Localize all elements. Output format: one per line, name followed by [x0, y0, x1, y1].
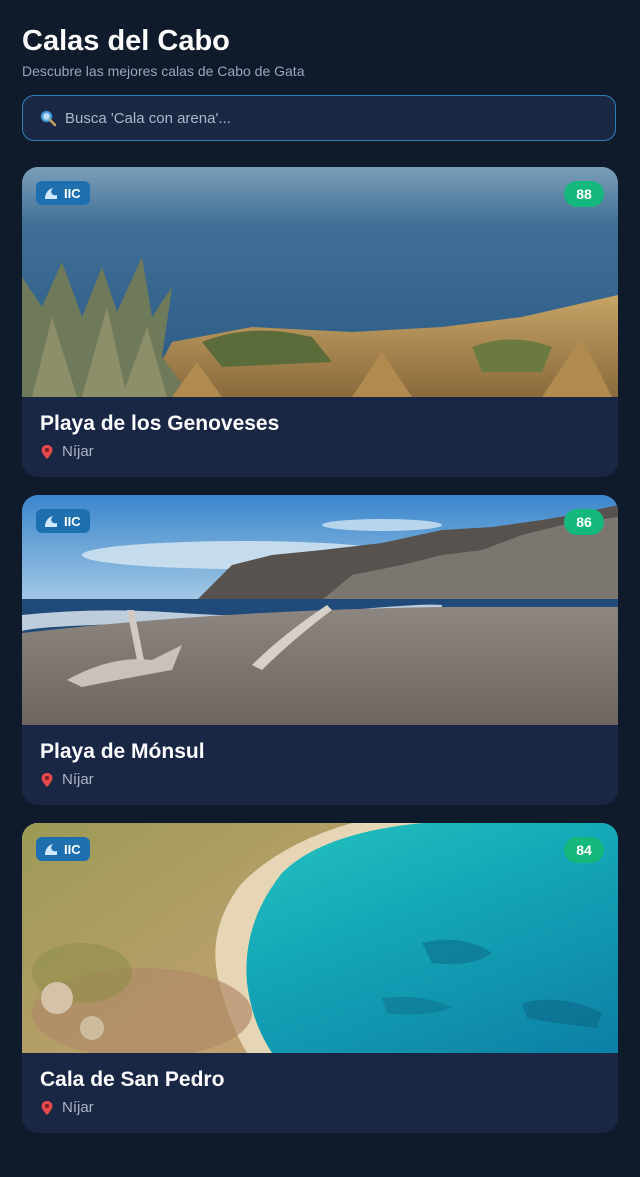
header: Calas del Cabo Descubre las mejores cala…	[22, 24, 304, 79]
score-badge: 86	[564, 509, 604, 535]
beach-name: Playa de los Genoveses	[40, 412, 280, 435]
beach-card-monsul[interactable]: IIC 86 Playa de Mónsul Níjar	[22, 495, 618, 805]
location-label: Níjar	[62, 1099, 94, 1116]
beach-photo-genoveses	[22, 167, 618, 397]
beach-location: Níjar	[40, 443, 600, 460]
card-body: Playa de Mónsul Níjar	[40, 739, 600, 788]
search-icon	[39, 109, 57, 127]
card-body: Cala de San Pedro Níjar	[40, 1067, 600, 1116]
card-body: Playa de los Genoveses Níjar	[40, 411, 600, 460]
beach-card-genoveses[interactable]: IIC 88 Playa de los Genoveses Níjar	[22, 167, 618, 477]
beach-name: Playa de Mónsul	[40, 740, 205, 763]
beach-name: Cala de San Pedro	[40, 1068, 225, 1091]
wave-icon	[44, 186, 58, 200]
location-label: Níjar	[62, 443, 94, 460]
score-badge: 88	[564, 181, 604, 207]
iic-badge: IIC	[36, 509, 90, 533]
score-badge: 84	[564, 837, 604, 863]
page-subtitle: Descubre las mejores calas de Cabo de Ga…	[22, 63, 305, 79]
beach-location: Níjar	[40, 1099, 600, 1116]
beach-photo-san-pedro	[22, 823, 618, 1053]
map-pin-icon	[40, 444, 54, 460]
wave-icon	[44, 514, 58, 528]
badge-label: IIC	[64, 185, 81, 201]
map-pin-icon	[40, 772, 54, 788]
iic-badge: IIC	[36, 837, 90, 861]
map-pin-icon	[40, 1100, 54, 1116]
badge-label: IIC	[64, 513, 81, 529]
app-screen: Calas del Cabo Descubre las mejores cala…	[0, 0, 640, 1177]
search-bar[interactable]	[22, 95, 616, 141]
wave-icon	[44, 842, 58, 856]
beach-card-san-pedro[interactable]: IIC 84 Cala de San Pedro Níjar	[22, 823, 618, 1133]
beach-photo-monsul	[22, 495, 618, 725]
page-title: Calas del Cabo	[22, 25, 230, 57]
location-label: Níjar	[62, 771, 94, 788]
search-input[interactable]	[63, 108, 615, 128]
iic-badge: IIC	[36, 181, 90, 205]
beach-location: Níjar	[40, 771, 600, 788]
badge-label: IIC	[64, 841, 81, 857]
